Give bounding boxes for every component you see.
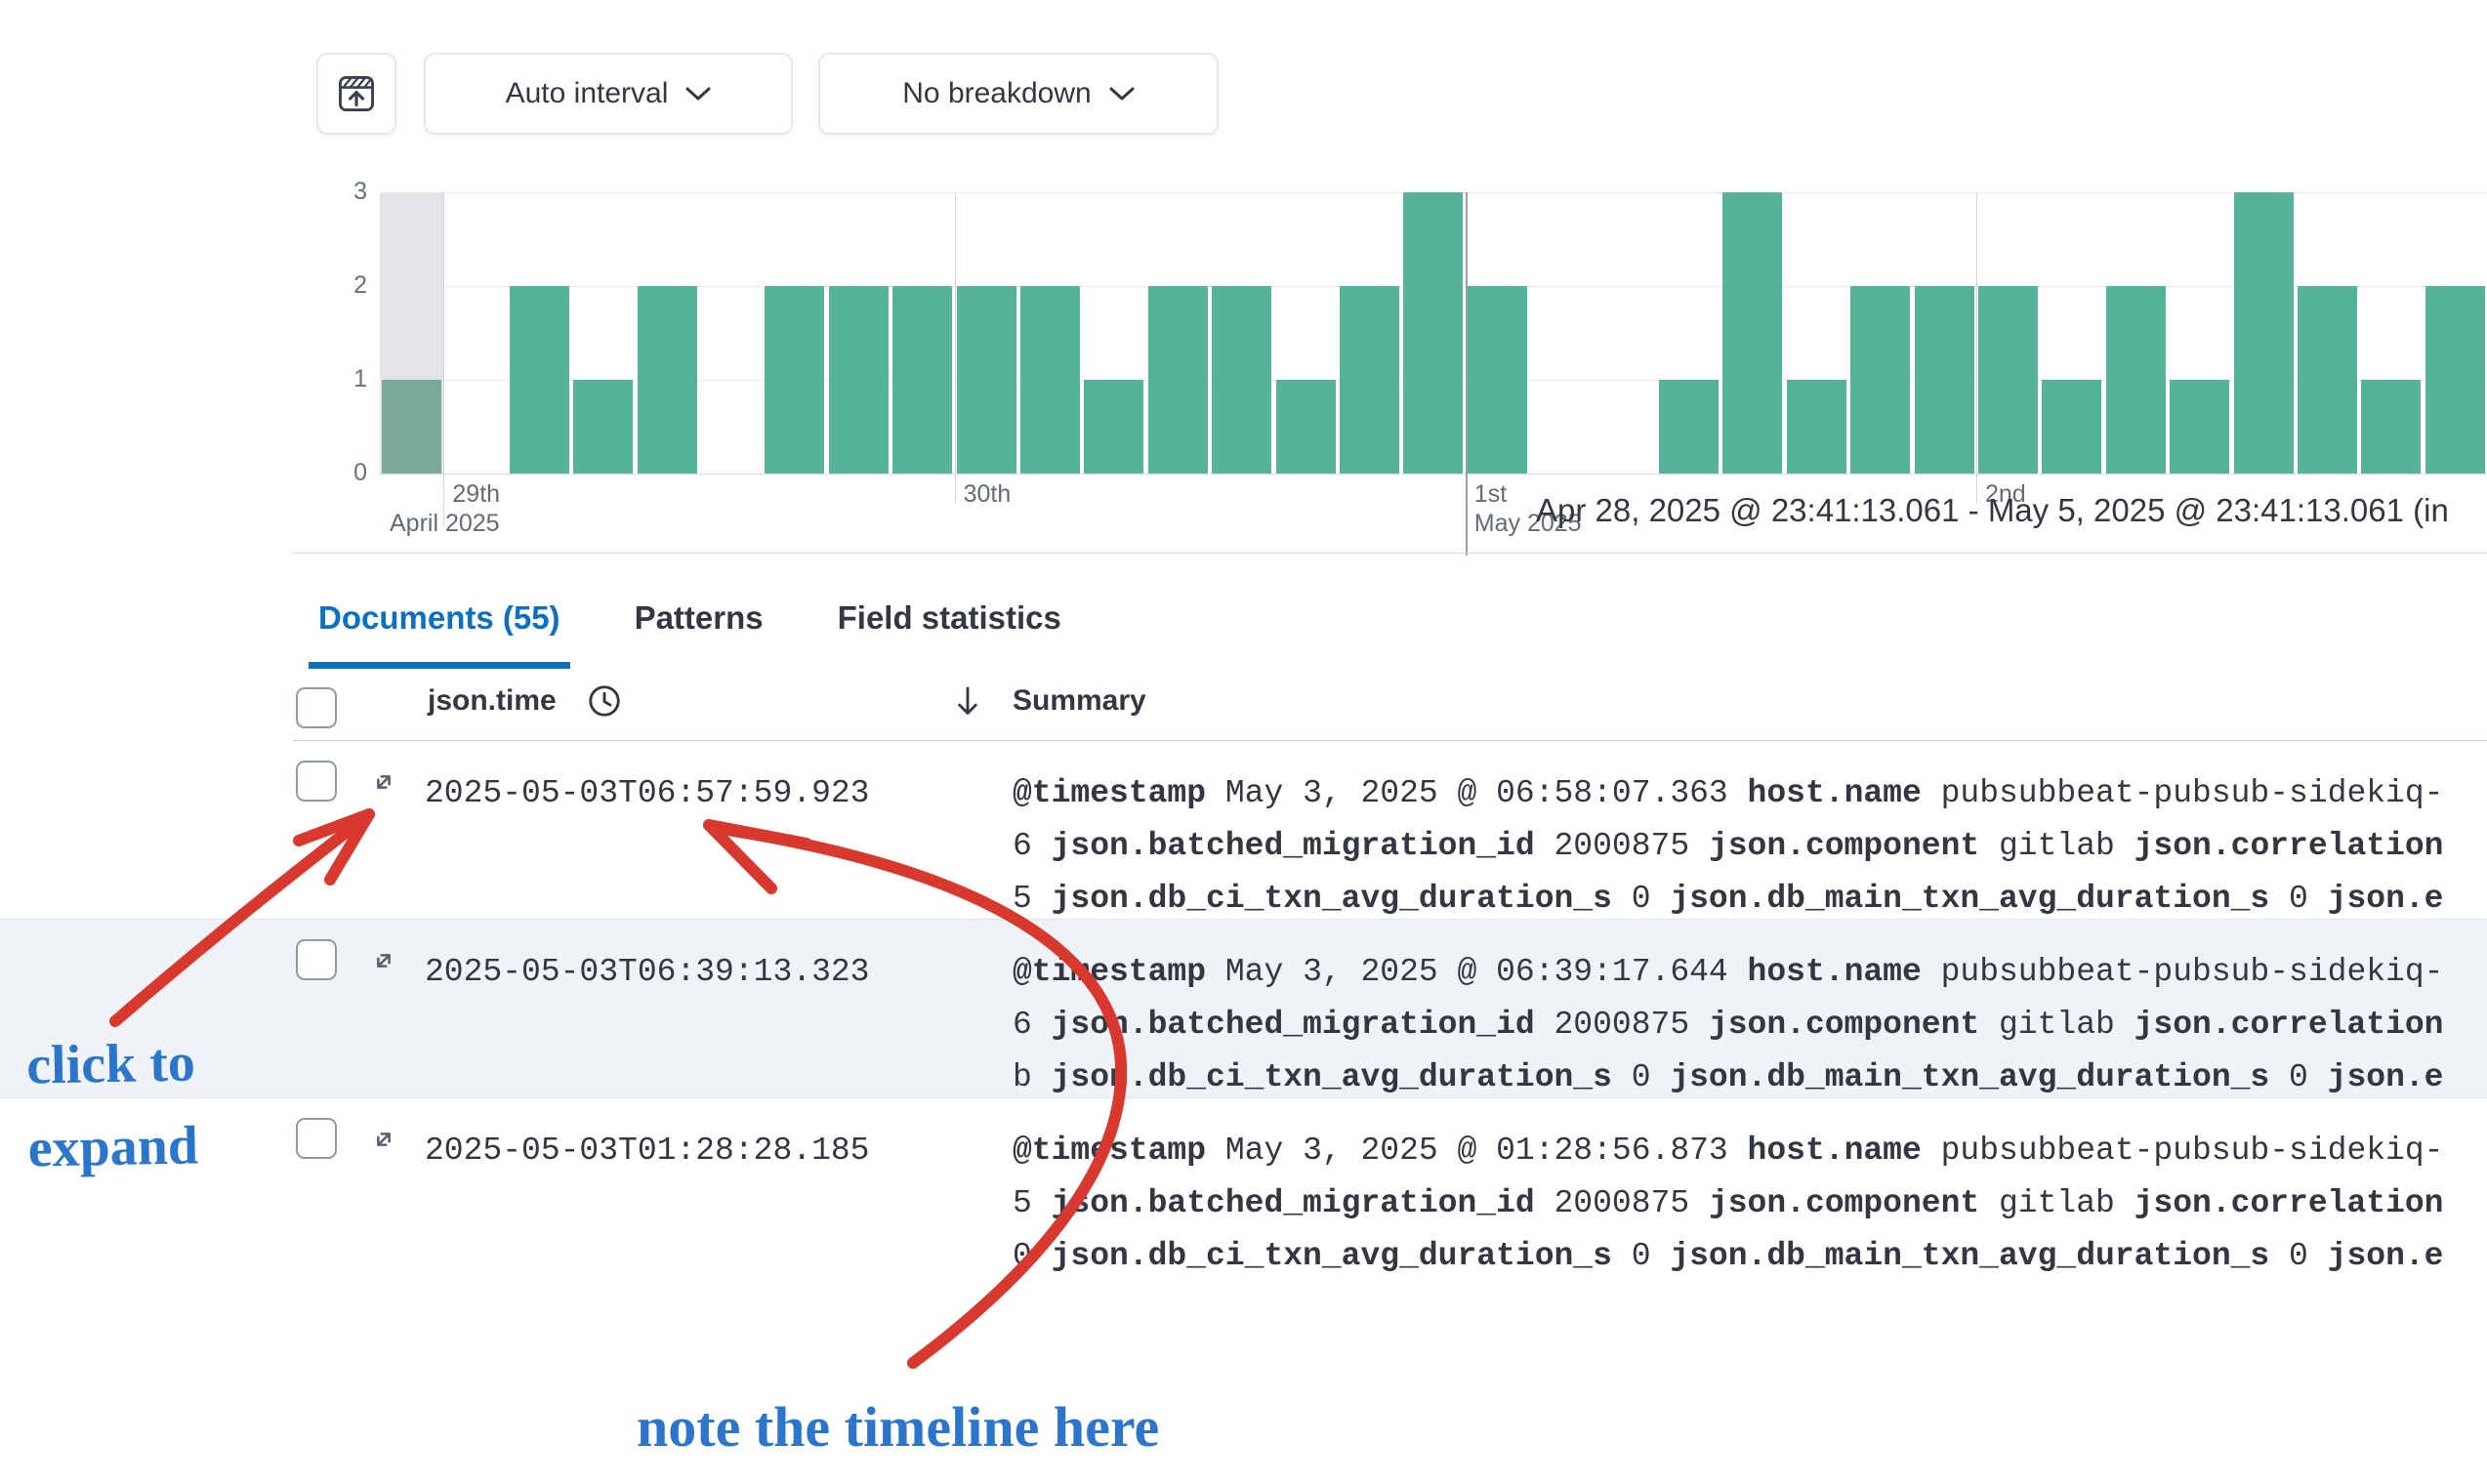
breakdown-dropdown-label: No breakdown (902, 77, 1091, 110)
row-checkbox[interactable] (296, 939, 337, 980)
chart-collapse-icon (334, 71, 379, 116)
histogram-plot[interactable] (380, 192, 2487, 474)
histogram-bar[interactable] (573, 380, 633, 474)
y-tick-label: 2 (311, 271, 367, 300)
annotation-click-to-expand: click to expand (26, 1021, 199, 1190)
y-tick-label: 0 (311, 459, 367, 487)
y-tick-label: 1 (311, 365, 367, 393)
histogram-bar[interactable] (2106, 286, 2166, 474)
histogram-bar[interactable] (1850, 286, 1910, 474)
clock-icon (586, 682, 623, 720)
documents-table: 2025-05-03T06:57:59.923 @timestamp May 3,… (0, 741, 2487, 1271)
document-timestamp: 2025-05-03T06:39:13.323 (425, 946, 869, 999)
expand-document-icon[interactable] (366, 943, 401, 978)
histogram-bar[interactable] (1722, 192, 1782, 474)
histogram-bar[interactable] (2361, 380, 2421, 474)
document-summary: @timestamp May 3, 2025 @ 01:28:56.873 ho… (1013, 1125, 2487, 1271)
chevron-down-icon (1109, 87, 1135, 102)
histogram-bar[interactable] (1020, 286, 1080, 474)
document-summary: @timestamp May 3, 2025 @ 06:58:07.363 ho… (1013, 767, 2487, 926)
histogram-bar[interactable] (1915, 286, 1974, 474)
row-checkbox[interactable] (296, 761, 337, 802)
tab-patterns[interactable]: Patterns (625, 594, 773, 669)
annotation-note-timeline: note the timeline here (637, 1394, 1159, 1460)
row-checkbox[interactable] (296, 1118, 337, 1159)
x-tick-label: 29th (452, 480, 500, 509)
table-header: json.time Summary (0, 661, 2487, 740)
time-column-header[interactable]: json.time (428, 684, 557, 718)
histogram-bar[interactable] (1148, 286, 1208, 474)
interval-dropdown-label: Auto interval (506, 77, 669, 110)
histogram-bar[interactable] (510, 286, 569, 474)
histogram-bar[interactable] (1978, 286, 2038, 474)
histogram-bar[interactable] (2042, 380, 2101, 474)
histogram-bar[interactable] (1403, 192, 1463, 474)
x-tick-gridline (955, 192, 956, 503)
chevron-down-icon (685, 87, 711, 102)
expand-document-icon[interactable] (366, 1122, 401, 1157)
x-tick-sublabel: April 2025 (390, 510, 500, 538)
x-tick-label: 1st (1474, 480, 1507, 509)
interval-dropdown[interactable]: Auto interval (424, 53, 793, 135)
histogram-bar[interactable] (2234, 192, 2294, 474)
tab-field-statistics[interactable]: Field statistics (828, 594, 1071, 669)
histogram-bar[interactable] (1659, 380, 1719, 474)
histogram-bar[interactable] (1084, 380, 1143, 474)
histogram-bar[interactable] (1468, 286, 1527, 474)
histogram-bar[interactable] (382, 380, 441, 474)
tab-documents-55[interactable]: Documents (55) (309, 594, 570, 669)
y-tick-label: 3 (311, 178, 367, 206)
histogram-bar[interactable] (1787, 380, 1846, 474)
document-summary: @timestamp May 3, 2025 @ 06:39:17.644 ho… (1013, 946, 2487, 1104)
table-row: 2025-05-03T01:28:28.185 @timestamp May 3,… (0, 1098, 2487, 1271)
document-timestamp: 2025-05-03T06:57:59.923 (425, 767, 869, 820)
breakdown-dropdown[interactable]: No breakdown (818, 53, 1219, 135)
histogram-bar[interactable] (1212, 286, 1271, 474)
chart-options-button[interactable] (316, 53, 396, 135)
document-timestamp: 2025-05-03T01:28:28.185 (425, 1125, 869, 1177)
histogram-bar[interactable] (829, 286, 889, 474)
time-range-caption: Apr 28, 2025 @ 23:41:13.061 - May 5, 202… (1536, 492, 2449, 529)
tabs: Documents (55) Patterns Field statistics (309, 594, 1071, 669)
histogram-bar[interactable] (957, 286, 1016, 474)
select-all-checkbox[interactable] (296, 687, 337, 728)
histogram-bar[interactable] (2425, 286, 2485, 474)
x-tick-gridline (1976, 192, 1977, 503)
x-tick-gridline (443, 192, 444, 527)
table-row: 2025-05-03T06:57:59.923@timestamp May 3,… (0, 741, 2487, 920)
histogram-bar[interactable] (1276, 380, 1336, 474)
table-row: 2025-05-03T06:39:13.323@timestamp May 3,… (0, 920, 2487, 1098)
histogram-bar[interactable] (638, 286, 697, 474)
x-tick-gridline (1466, 192, 1468, 556)
histogram-bar[interactable] (2298, 286, 2357, 474)
histogram-bar[interactable] (765, 286, 824, 474)
histogram-bar[interactable] (1340, 286, 1399, 474)
summary-column-header: Summary (1013, 684, 1146, 718)
x-tick-label: 30th (964, 480, 1012, 509)
expand-document-icon[interactable] (366, 764, 401, 800)
histogram-bar[interactable] (892, 286, 952, 474)
section-divider (293, 553, 2487, 554)
discover-page: Auto interval No breakdown 0 1 2 3 29thApri… (0, 0, 2487, 1484)
sort-descending-icon[interactable] (949, 682, 986, 720)
histogram-bar[interactable] (2170, 380, 2229, 474)
